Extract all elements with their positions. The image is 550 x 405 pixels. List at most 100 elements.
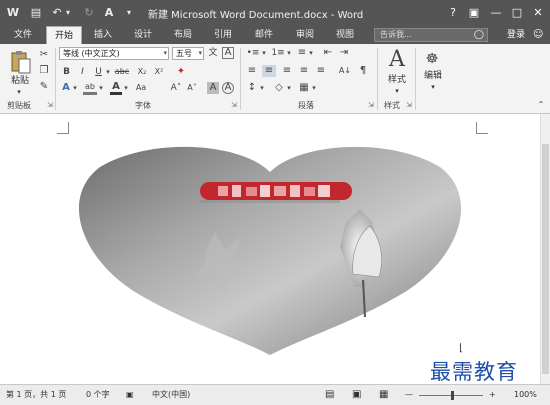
dropdown-icon[interactable]: ▾ <box>123 82 129 94</box>
undo-dropdown-icon[interactable]: ▾ <box>64 4 72 22</box>
distribute-icon[interactable]: ≡ <box>314 65 328 77</box>
sign-in-link[interactable]: 登录 <box>507 26 525 44</box>
font-launcher-icon[interactable]: ⇲ <box>231 101 237 109</box>
strikethrough-button[interactable]: abc <box>113 66 131 78</box>
subscript-button[interactable]: X₂ <box>135 66 149 78</box>
copy-icon[interactable]: ❐ <box>38 65 50 77</box>
character-border-icon[interactable]: A <box>222 47 234 59</box>
font-name-value: 等线 (中文正文) <box>63 49 120 58</box>
tab-file[interactable]: 文件 <box>8 26 38 44</box>
font-name-select[interactable]: 等线 (中文正文) ▾ <box>59 47 169 60</box>
share-icon[interactable]: ☺ <box>533 26 543 44</box>
collapse-ribbon-icon[interactable]: ⌃ <box>536 99 546 111</box>
show-marks-icon[interactable]: ¶ <box>357 65 369 77</box>
dropdown-icon[interactable]: ▾ <box>261 47 267 59</box>
proofing-icon[interactable]: ▣ <box>126 389 134 401</box>
dropdown-icon[interactable]: ▾ <box>308 47 314 59</box>
zoom-level[interactable]: 100% <box>514 389 537 401</box>
tab-mailings[interactable]: 邮件 <box>249 26 279 44</box>
tab-review[interactable]: 审阅 <box>290 26 320 44</box>
tab-insert[interactable]: 插入 <box>88 26 118 44</box>
styles-icon[interactable]: A <box>386 47 408 73</box>
read-mode-icon[interactable]: ▤ <box>325 389 334 401</box>
page-count[interactable]: 第 1 页，共 1 页 <box>6 389 66 401</box>
center-icon[interactable]: ≡ <box>262 65 276 77</box>
dropdown-icon[interactable]: ▾ <box>98 82 104 94</box>
redo-icon[interactable]: ↻ <box>82 4 96 22</box>
minimize-button[interactable]: — <box>486 3 506 23</box>
find-icon[interactable]: ☸ <box>424 51 440 67</box>
format-painter-icon[interactable]: ✎ <box>38 81 50 93</box>
line-spacing-icon[interactable]: ↕ <box>245 82 259 94</box>
word-count[interactable]: 0 个字 <box>86 389 110 401</box>
justify-icon[interactable]: ≡ <box>297 65 311 77</box>
dropdown-icon[interactable]: ▾ <box>259 82 265 94</box>
paste-dropdown-icon[interactable]: ▾ <box>14 86 24 98</box>
customize-qat-icon[interactable]: ▾ <box>124 4 134 22</box>
enclose-characters-icon[interactable]: A <box>222 82 234 94</box>
dropdown-icon[interactable]: ▾ <box>311 82 317 94</box>
group-label-styles: 样式 <box>384 101 400 110</box>
editing-dropdown-icon[interactable]: ▾ <box>428 81 438 93</box>
zoom-in-button[interactable]: + <box>489 389 496 401</box>
character-shading-icon[interactable]: A <box>207 82 219 94</box>
format-painter-qat-icon[interactable]: A <box>102 4 116 22</box>
ribbon-display-options-icon[interactable]: ▣ <box>464 3 484 23</box>
font-size-select[interactable]: 五号 ▾ <box>172 47 204 60</box>
phonetic-guide-icon[interactable]: 文 <box>207 47 219 59</box>
shrink-font-icon[interactable]: A˅ <box>186 82 198 94</box>
bullets-icon[interactable]: •≡ <box>245 47 261 59</box>
zoom-out-button[interactable]: — <box>405 389 413 401</box>
text-effects-icon[interactable]: A <box>60 82 72 94</box>
cut-icon[interactable]: ✂ <box>38 49 50 61</box>
language-indicator[interactable]: 中文(中国) <box>152 389 190 401</box>
heart-image[interactable] <box>75 142 465 357</box>
chevron-down-icon: ▾ <box>198 49 202 57</box>
tab-layout[interactable]: 布局 <box>168 26 198 44</box>
shading-icon[interactable]: ◇ <box>272 82 286 94</box>
tab-home[interactable]: 开始 <box>46 26 82 44</box>
borders-icon[interactable]: ▦ <box>297 82 311 94</box>
styles-launcher-icon[interactable]: ⇲ <box>406 101 412 109</box>
dropdown-icon[interactable]: ▾ <box>286 47 292 59</box>
undo-icon[interactable]: ↶ <box>50 4 64 22</box>
dropdown-icon[interactable]: ▾ <box>72 82 78 94</box>
clear-formatting-icon[interactable]: ✦ <box>175 66 187 78</box>
print-layout-icon[interactable]: ▣ <box>352 389 361 401</box>
tab-view[interactable]: 视图 <box>330 26 360 44</box>
highlight-icon[interactable]: ab <box>83 82 97 95</box>
superscript-button[interactable]: X² <box>152 66 166 78</box>
clipboard-launcher-icon[interactable]: ⇲ <box>47 101 53 109</box>
align-left-icon[interactable]: ≡ <box>245 65 259 77</box>
chevron-down-icon: ▾ <box>163 49 167 57</box>
tab-design[interactable]: 设计 <box>128 26 158 44</box>
paste-icon[interactable] <box>10 49 32 75</box>
styles-dropdown-icon[interactable]: ▾ <box>392 85 402 97</box>
bold-button[interactable]: B <box>61 66 72 78</box>
align-right-icon[interactable]: ≡ <box>280 65 294 77</box>
vertical-scrollbar[interactable] <box>540 114 550 384</box>
scrollbar-thumb[interactable] <box>542 144 549 374</box>
help-icon[interactable]: ? <box>443 3 463 23</box>
change-case-icon[interactable]: Aa <box>134 82 148 94</box>
increase-indent-icon[interactable]: ⇥ <box>338 47 350 59</box>
save-icon[interactable]: ▤ <box>28 4 44 22</box>
grow-font-icon[interactable]: A˄ <box>170 82 182 94</box>
zoom-slider-thumb[interactable] <box>451 391 454 400</box>
dropdown-icon[interactable]: ▾ <box>286 82 292 94</box>
web-layout-icon[interactable]: ▦ <box>379 389 388 401</box>
sort-icon[interactable]: A↓ <box>338 65 352 77</box>
underline-button[interactable]: U <box>93 66 104 78</box>
maximize-button[interactable]: □ <box>507 3 527 23</box>
tab-references[interactable]: 引用 <box>208 26 238 44</box>
document-canvas[interactable]: ⌊ <box>0 114 550 384</box>
close-button[interactable]: ✕ <box>528 3 548 23</box>
numbering-icon[interactable]: 1≡ <box>270 47 286 59</box>
paragraph-launcher-icon[interactable]: ⇲ <box>368 101 374 109</box>
multilevel-list-icon[interactable]: ≡ <box>296 47 308 59</box>
font-color-icon[interactable]: A <box>110 82 122 95</box>
tell-me-search-input[interactable]: 告诉我... ◯ <box>374 28 488 42</box>
italic-button[interactable]: I <box>77 66 88 78</box>
decrease-indent-icon[interactable]: ⇤ <box>322 47 334 59</box>
underline-dropdown-icon[interactable]: ▾ <box>105 66 111 78</box>
